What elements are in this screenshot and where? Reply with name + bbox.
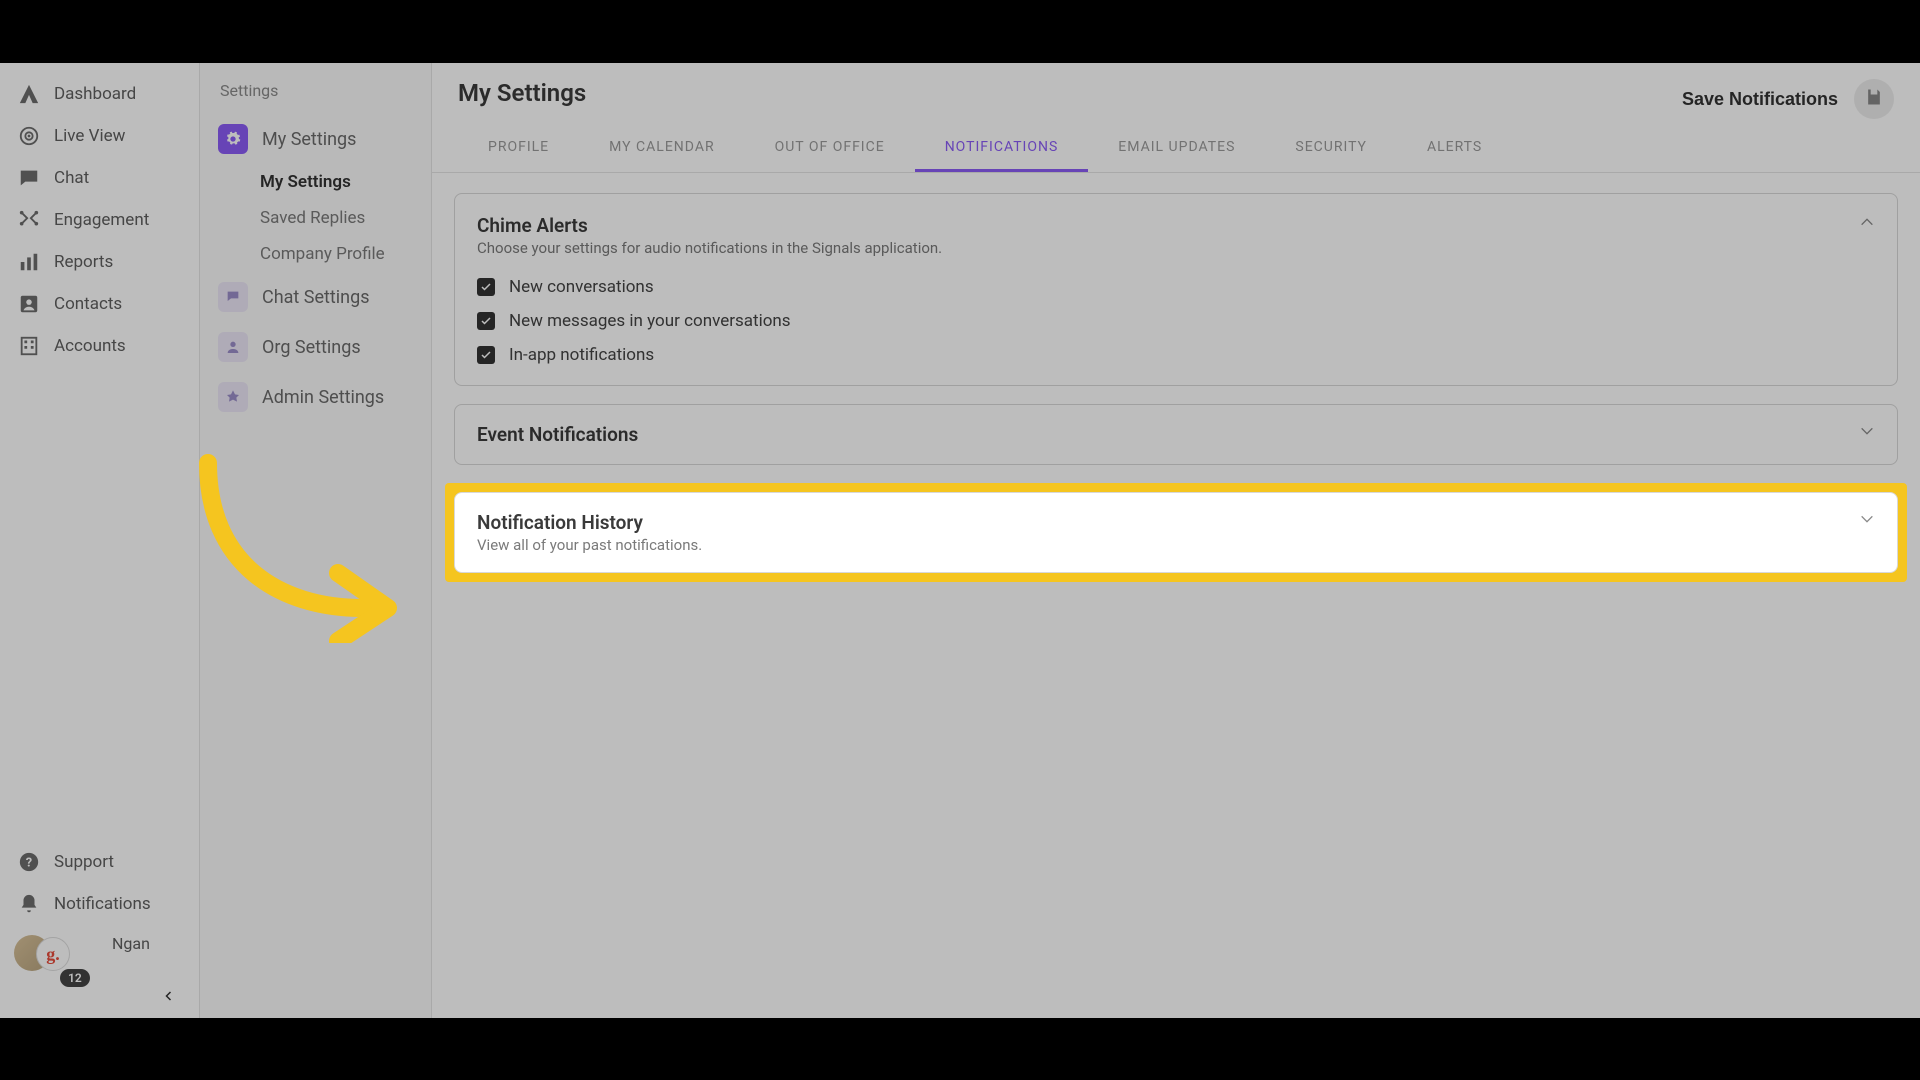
expand-toggle[interactable] — [1859, 511, 1875, 531]
collapse-nav-button[interactable] — [0, 981, 199, 1010]
tab-alerts[interactable]: ALERTS — [1397, 125, 1512, 172]
tab-notifications[interactable]: NOTIFICATIONS — [915, 125, 1089, 172]
nav-item-live-view[interactable]: Live View — [0, 115, 199, 157]
tabs: PROFILE MY CALENDAR OUT OF OFFICE NOTIFI… — [432, 125, 1920, 173]
nav-label: Engagement — [54, 210, 149, 230]
subnav-chat-settings[interactable]: Chat Settings — [212, 272, 419, 322]
gear-icon — [218, 124, 248, 154]
highlight-annotation: Notification History View all of your pa… — [445, 483, 1907, 582]
nav-label: Contacts — [54, 294, 122, 314]
subnav-org-settings[interactable]: Org Settings — [212, 322, 419, 372]
tab-out-of-office[interactable]: OUT OF OFFICE — [745, 125, 915, 172]
nav-label: Dashboard — [54, 84, 136, 104]
nav-item-support[interactable]: ? Support — [0, 841, 199, 883]
chat-settings-icon — [218, 282, 248, 312]
main-content: My Settings Save Notifications PROFILE M… — [432, 63, 1920, 1018]
org-icon — [218, 332, 248, 362]
nav-label: Notifications — [54, 894, 151, 914]
checkbox-checked-icon — [477, 346, 495, 364]
collapse-toggle[interactable] — [1859, 214, 1875, 234]
panel-notification-history[interactable]: Notification History View all of your pa… — [454, 492, 1898, 573]
panel-event-notifications[interactable]: Event Notifications — [454, 404, 1898, 465]
nav-item-dashboard[interactable]: Dashboard — [0, 73, 199, 115]
checkbox-label: In-app notifications — [509, 345, 654, 365]
checkbox-checked-icon — [477, 312, 495, 330]
arrow-annotation — [188, 453, 398, 643]
checkbox-new-messages[interactable]: New messages in your conversations — [477, 311, 1875, 331]
admin-icon — [218, 382, 248, 412]
nav-item-accounts[interactable]: Accounts — [0, 325, 199, 367]
contact-icon — [18, 293, 40, 315]
nav-item-engagement[interactable]: Engagement — [0, 199, 199, 241]
engagement-icon — [18, 209, 40, 231]
notification-badge: 12 — [60, 969, 90, 987]
user-name: Ngan — [70, 934, 150, 953]
tab-security[interactable]: SECURITY — [1265, 125, 1397, 172]
page-header: My Settings Save Notifications — [432, 63, 1920, 119]
bar-chart-icon — [18, 251, 40, 273]
chevron-down-icon — [1859, 512, 1875, 531]
checkbox-in-app[interactable]: In-app notifications — [477, 345, 1875, 365]
subnav-my-settings[interactable]: My Settings — [212, 114, 419, 164]
avatar-stack: g. — [14, 933, 62, 973]
panel-desc: Choose your settings for audio notificat… — [477, 239, 942, 257]
subnav-label: Chat Settings — [262, 287, 370, 308]
page-title: My Settings — [458, 79, 586, 107]
subnav-child-my-settings[interactable]: My Settings — [212, 164, 419, 200]
tab-profile[interactable]: PROFILE — [458, 125, 579, 172]
subnav-title: Settings — [212, 81, 419, 114]
subnav-child-saved-replies[interactable]: Saved Replies — [212, 200, 419, 236]
user-row[interactable]: g. 12 Ngan — [0, 925, 199, 981]
checkbox-label: New messages in your conversations — [509, 311, 791, 331]
svg-text:?: ? — [26, 856, 32, 871]
checkbox-new-conversations[interactable]: New conversations — [477, 277, 1875, 297]
panel-desc: View all of your past notifications. — [477, 536, 702, 554]
subnav-child-company-profile[interactable]: Company Profile — [212, 236, 419, 272]
primary-nav: Dashboard Live View Chat Engagement Repo… — [0, 63, 200, 1018]
nav-item-notifications[interactable]: Notifications — [0, 883, 199, 925]
bell-icon — [18, 893, 40, 915]
panel-title: Chime Alerts — [477, 214, 942, 237]
tab-email-updates[interactable]: EMAIL UPDATES — [1088, 125, 1265, 172]
panel-chime-alerts: Chime Alerts Choose your settings for au… — [454, 193, 1898, 386]
nav-label: Reports — [54, 252, 113, 272]
panel-title: Notification History — [477, 511, 702, 534]
chevron-left-icon — [163, 987, 175, 1006]
subnav-label: Org Settings — [262, 337, 361, 358]
help-icon: ? — [18, 851, 40, 873]
nav-label: Accounts — [54, 336, 126, 356]
save-icon-button[interactable] — [1854, 79, 1894, 119]
save-button[interactable]: Save Notifications — [1682, 89, 1838, 110]
building-icon — [18, 335, 40, 357]
target-icon — [18, 125, 40, 147]
nav-item-reports[interactable]: Reports — [0, 241, 199, 283]
nav-label: Support — [54, 852, 114, 872]
expand-toggle[interactable] — [1859, 423, 1875, 443]
tab-my-calendar[interactable]: MY CALENDAR — [579, 125, 744, 172]
nav-item-contacts[interactable]: Contacts — [0, 283, 199, 325]
nav-item-chat[interactable]: Chat — [0, 157, 199, 199]
save-disk-icon — [1864, 87, 1884, 111]
chevron-up-icon — [1859, 215, 1875, 234]
app-frame: Dashboard Live View Chat Engagement Repo… — [0, 63, 1920, 1018]
panel-title: Event Notifications — [477, 423, 638, 446]
nav-label: Chat — [54, 168, 89, 188]
chat-icon — [18, 167, 40, 189]
content-area: Chime Alerts Choose your settings for au… — [432, 173, 1920, 1018]
chevron-down-icon — [1859, 424, 1875, 443]
subnav-label: My Settings — [262, 129, 356, 150]
checkbox-label: New conversations — [509, 277, 654, 297]
avatar-org: g. — [36, 937, 70, 971]
nav-label: Live View — [54, 126, 125, 146]
checkbox-checked-icon — [477, 278, 495, 296]
subnav-label: Admin Settings — [262, 387, 384, 408]
subnav-admin-settings[interactable]: Admin Settings — [212, 372, 419, 422]
logo-icon — [18, 83, 40, 105]
